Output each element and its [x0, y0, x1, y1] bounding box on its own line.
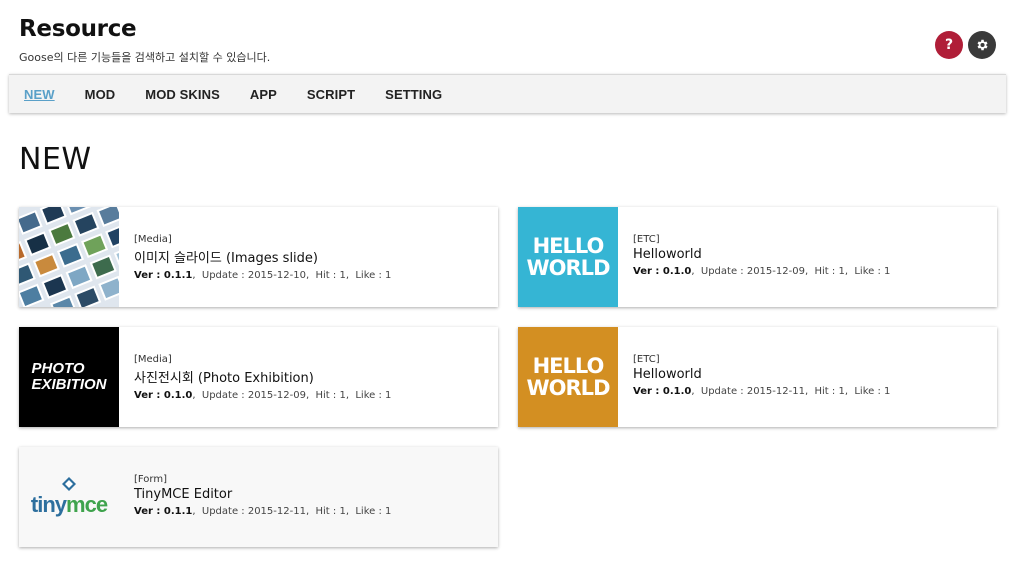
- settings-button[interactable]: [968, 31, 996, 59]
- resource-card-helloworld-1[interactable]: HELLO WORLD [ETC] Helloworld Ver : 0.1.0…: [518, 207, 997, 307]
- resource-card-tinymce[interactable]: tinymce [Form] TinyMCE Editor Ver : 0.1.…: [19, 447, 498, 547]
- card-hit: Hit : 1: [814, 386, 845, 397]
- hello-world-logo: HELLO WORLD: [526, 234, 611, 280]
- card-category: [Form]: [134, 474, 167, 485]
- gear-icon: [977, 39, 988, 51]
- card-category: [ETC]: [633, 234, 660, 245]
- card-title[interactable]: TinyMCE Editor: [134, 487, 391, 502]
- card-like: Like : 1: [854, 266, 891, 277]
- hello-world-logo: HELLO WORLD: [526, 354, 611, 400]
- card-category: [Media]: [134, 354, 172, 365]
- page-subtitle: Goose의 다른 기능들을 검색하고 설치할 수 있습니다.: [19, 51, 271, 64]
- card-info: [Media] 사진전시회 (Photo Exhibition) Ver : 0…: [119, 327, 391, 427]
- card-hit: Hit : 1: [315, 270, 346, 281]
- card-like: Like : 1: [355, 390, 392, 401]
- card-update: Update : 2015-12-10: [201, 270, 306, 281]
- card-thumbnail: [19, 207, 119, 307]
- tinymce-diamond-icon: [61, 476, 76, 491]
- card-thumbnail: HELLO WORLD: [518, 207, 618, 307]
- card-update: Update : 2015-12-11: [201, 506, 306, 517]
- help-button[interactable]: ?: [935, 31, 963, 59]
- nav-item-script[interactable]: SCRIPT: [307, 87, 355, 102]
- resource-card-images-slide[interactable]: [Media] 이미지 슬라이드 (Images slide) Ver : 0.…: [19, 207, 498, 307]
- card-version: Ver : 0.1.0: [633, 386, 692, 397]
- card-meta: Ver : 0.1.1, Update : 2015-12-10, Hit : …: [134, 270, 392, 281]
- nav-item-setting[interactable]: SETTING: [385, 87, 442, 102]
- card-like: Like : 1: [355, 506, 392, 517]
- card-info: [ETC] Helloworld Ver : 0.1.0, Update : 2…: [618, 327, 890, 427]
- card-hit: Hit : 1: [315, 506, 346, 517]
- card-version: Ver : 0.1.0: [134, 390, 193, 401]
- nav-item-app[interactable]: APP: [250, 87, 277, 102]
- card-info: [Media] 이미지 슬라이드 (Images slide) Ver : 0.…: [119, 207, 391, 307]
- resource-card-helloworld-2[interactable]: HELLO WORLD [ETC] Helloworld Ver : 0.1.0…: [518, 327, 997, 427]
- card-update: Update : 2015-12-09: [201, 390, 306, 401]
- card-update: Update : 2015-12-09: [700, 266, 805, 277]
- card-version: Ver : 0.1.0: [633, 266, 692, 277]
- card-info: [Form] TinyMCE Editor Ver : 0.1.1, Updat…: [119, 447, 391, 547]
- card-title[interactable]: Helloworld: [633, 367, 890, 382]
- photo-collage-image: [19, 207, 119, 307]
- card-category: [ETC]: [633, 354, 660, 365]
- card-meta: Ver : 0.1.1, Update : 2015-12-11, Hit : …: [134, 506, 392, 517]
- page-header: Resource Goose의 다른 기능들을 검색하고 설치할 수 있습니다.: [19, 16, 270, 65]
- card-hit: Hit : 1: [315, 390, 346, 401]
- card-update: Update : 2015-12-11: [700, 386, 805, 397]
- card-category: [Media]: [134, 234, 172, 245]
- card-title[interactable]: Helloworld: [633, 247, 890, 262]
- page-title: Resource: [19, 16, 137, 42]
- nav-item-mod[interactable]: MOD: [85, 87, 116, 102]
- card-meta: Ver : 0.1.0, Update : 2015-12-09, Hit : …: [134, 390, 392, 401]
- card-like: Like : 1: [854, 386, 891, 397]
- card-thumbnail: tinymce: [19, 447, 119, 547]
- card-meta: Ver : 0.1.0, Update : 2015-12-11, Hit : …: [633, 386, 891, 397]
- photo-exhibition-logo: PHOTO EXIBITION: [31, 360, 107, 393]
- tinymce-logo: tinymce: [31, 476, 108, 518]
- resource-card-photo-exhibition[interactable]: PHOTO EXIBITION [Media] 사진전시회 (Photo Exh…: [19, 327, 498, 427]
- card-like: Like : 1: [355, 270, 392, 281]
- card-thumbnail: HELLO WORLD: [518, 327, 618, 427]
- card-title[interactable]: 이미지 슬라이드 (Images slide): [134, 247, 391, 266]
- card-hit: Hit : 1: [814, 266, 845, 277]
- section-title: NEW: [19, 142, 92, 177]
- card-version: Ver : 0.1.1: [134, 270, 193, 281]
- card-title[interactable]: 사진전시회 (Photo Exhibition): [134, 367, 391, 386]
- card-meta: Ver : 0.1.0, Update : 2015-12-09, Hit : …: [633, 266, 891, 277]
- card-info: [ETC] Helloworld Ver : 0.1.0, Update : 2…: [618, 207, 890, 307]
- nav-item-new[interactable]: NEW: [24, 87, 55, 102]
- nav-item-mod-skins[interactable]: MOD SKINS: [145, 87, 220, 102]
- card-version: Ver : 0.1.1: [134, 506, 193, 517]
- nav-bar: NEW MOD MOD SKINS APP SCRIPT SETTING: [9, 74, 1006, 113]
- card-thumbnail: PHOTO EXIBITION: [19, 327, 119, 427]
